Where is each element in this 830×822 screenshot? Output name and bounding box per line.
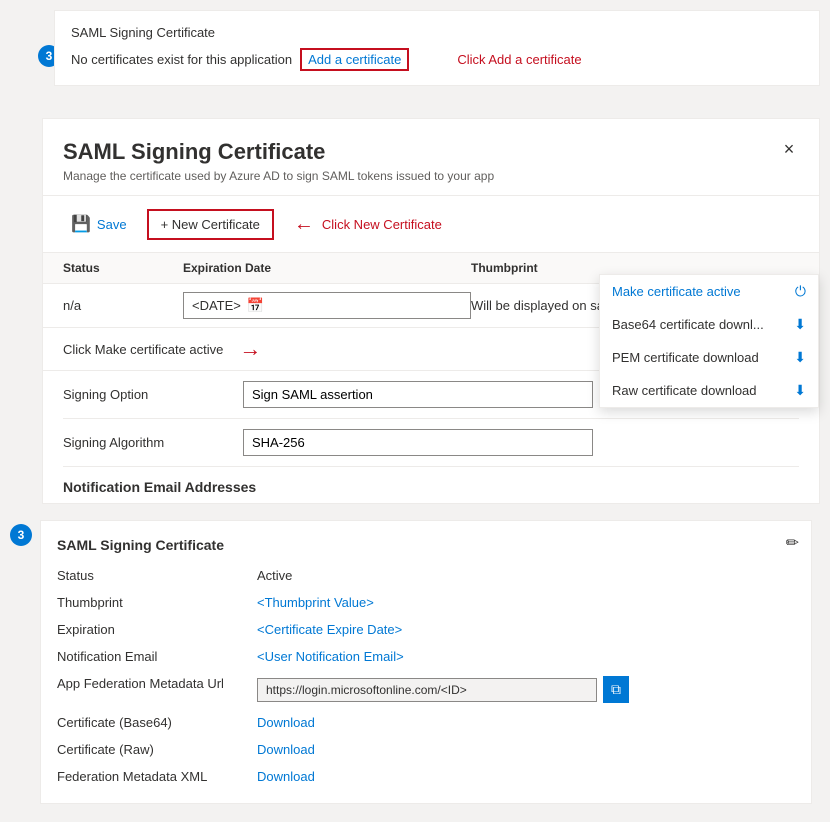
cert-base64-value: Download <box>257 712 795 733</box>
notification-email-value: <User Notification Email> <box>257 646 795 667</box>
download-icon-1: ⬇ <box>794 316 806 333</box>
callout-no-cert-text: No certificates exist for this applicati… <box>71 52 292 67</box>
make-active-instruction: Click Make certificate active <box>63 342 223 357</box>
copy-url-button[interactable]: ⧉ <box>603 676 629 703</box>
signing-option-label: Signing Option <box>63 387 243 402</box>
col-status: Status <box>63 261 183 275</box>
cert-raw-label: Certificate (Raw) <box>57 739 257 760</box>
date-cell: <DATE> 📅 <box>183 292 471 319</box>
expiration-value: <Certificate Expire Date> <box>257 619 795 640</box>
thumbprint-label: Thumbprint <box>57 592 257 613</box>
thumbprint-value: <Thumbprint Value> <box>257 592 795 613</box>
step3-circle-2: 3 <box>10 524 32 546</box>
app-federation-label: App Federation Metadata Url <box>57 673 257 706</box>
power-icon: ⏻ <box>795 283 806 300</box>
cert-raw-value: Download <box>257 739 795 760</box>
notification-email-label: Notification Email <box>57 646 257 667</box>
signing-option-input[interactable] <box>243 381 593 408</box>
col-expiration: Expiration Date <box>183 261 471 275</box>
status-value: Active <box>257 565 795 586</box>
toolbar: 💾 Save + New Certificate ← Click New Cer… <box>43 196 819 253</box>
info-box-title: SAML Signing Certificate <box>57 537 795 553</box>
save-icon: 💾 <box>71 214 91 234</box>
new-cert-label: + New Certificate <box>161 217 260 232</box>
info-grid: Status Active Thumbprint <Thumbprint Val… <box>57 565 795 787</box>
date-value: <DATE> <box>192 298 241 313</box>
signing-algorithm-row: Signing Algorithm <box>63 419 799 467</box>
status-label: Status <box>57 565 257 586</box>
calendar-icon: 📅 <box>247 297 264 314</box>
close-button[interactable]: × <box>775 135 803 163</box>
base64-label: Base64 certificate downl... <box>612 317 764 332</box>
url-input[interactable] <box>257 678 597 702</box>
raw-download-option[interactable]: Raw certificate download ⬇ <box>600 374 818 407</box>
signing-algorithm-input[interactable] <box>243 429 593 456</box>
make-active-option[interactable]: Make certificate active ⏻ <box>600 275 818 308</box>
panel-subtitle: Manage the certificate used by Azure AD … <box>63 169 799 183</box>
add-certificate-link[interactable]: Add a certificate <box>300 48 409 71</box>
fed-metadata-value: Download <box>257 766 795 787</box>
dropdown-menu: Make certificate active ⏻ Base64 certifi… <box>599 274 819 408</box>
base64-download-option[interactable]: Base64 certificate downl... ⬇ <box>600 308 818 341</box>
right-arrow-icon: → <box>239 336 261 362</box>
pem-download-option[interactable]: PEM certificate download ⬇ <box>600 341 818 374</box>
new-cert-instruction: ← Click New Certificate <box>294 213 442 236</box>
pem-label: PEM certificate download <box>612 350 759 365</box>
instruction-row: Click Make certificate active → Make cer… <box>43 328 819 371</box>
make-active-label: Make certificate active <box>612 284 741 299</box>
fed-metadata-label: Federation Metadata XML <box>57 766 257 787</box>
click-new-cert-text: Click New Certificate <box>322 217 442 232</box>
fed-metadata-download[interactable]: Download <box>257 769 315 784</box>
expiration-label: Expiration <box>57 619 257 640</box>
col-thumbprint: Thumbprint <box>471 261 759 275</box>
panel-header: SAML Signing Certificate Manage the cert… <box>43 119 819 196</box>
notification-section-title: Notification Email Addresses <box>43 467 819 503</box>
cert-raw-download[interactable]: Download <box>257 742 315 757</box>
row-status: n/a <box>63 298 183 313</box>
signing-algorithm-label: Signing Algorithm <box>63 435 243 450</box>
save-label: Save <box>97 217 127 232</box>
edit-button[interactable]: ✏ <box>786 533 799 553</box>
cert-base64-download[interactable]: Download <box>257 715 315 730</box>
download-icon-2: ⬇ <box>794 349 806 366</box>
panel-title: SAML Signing Certificate <box>63 139 799 165</box>
cert-base64-label: Certificate (Base64) <box>57 712 257 733</box>
left-arrow-icon: ← <box>294 213 314 236</box>
callout-title: SAML Signing Certificate <box>71 25 803 40</box>
col-actions <box>759 261 799 275</box>
new-certificate-button[interactable]: + New Certificate <box>147 209 274 240</box>
raw-label: Raw certificate download <box>612 383 757 398</box>
save-button[interactable]: 💾 Save <box>63 208 135 240</box>
app-federation-value: ⧉ <box>257 673 795 706</box>
click-add-cert-instruction: Click Add a certificate <box>457 52 581 67</box>
download-icon-3: ⬇ <box>794 382 806 399</box>
